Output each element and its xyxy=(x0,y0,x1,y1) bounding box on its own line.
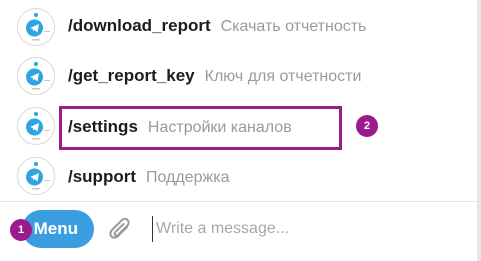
command-name: /support xyxy=(68,167,136,186)
annotation-step-badge: 1 xyxy=(10,219,32,241)
paperclip-icon[interactable] xyxy=(107,215,133,245)
command-name: /download_report xyxy=(68,16,211,35)
bot-avatar-icon xyxy=(17,8,55,46)
command-description: Ключ для отчетности xyxy=(204,68,362,85)
command-description: Поддержка xyxy=(146,169,230,186)
bot-avatar-icon xyxy=(17,57,55,95)
bot-avatar-icon xyxy=(17,107,55,145)
message-input[interactable] xyxy=(152,216,466,242)
right-border xyxy=(477,0,481,261)
command-item-download-report[interactable]: /download_report Скачать отчетность xyxy=(0,2,477,52)
command-description: Скачать отчетность xyxy=(220,18,367,35)
annotation-step-badge: 2 xyxy=(356,115,378,137)
menu-button[interactable]: Menu xyxy=(22,210,94,248)
command-name: /get_report_key xyxy=(68,66,195,85)
bot-avatar-icon xyxy=(17,157,55,195)
bot-command-list: /download_report Скачать отчетность /get… xyxy=(0,0,477,200)
command-item-get-report-key[interactable]: /get_report_key Ключ для отчетности xyxy=(0,52,477,102)
command-item-support[interactable]: /support Поддержка xyxy=(0,152,477,202)
annotation-highlight-box xyxy=(59,106,342,150)
